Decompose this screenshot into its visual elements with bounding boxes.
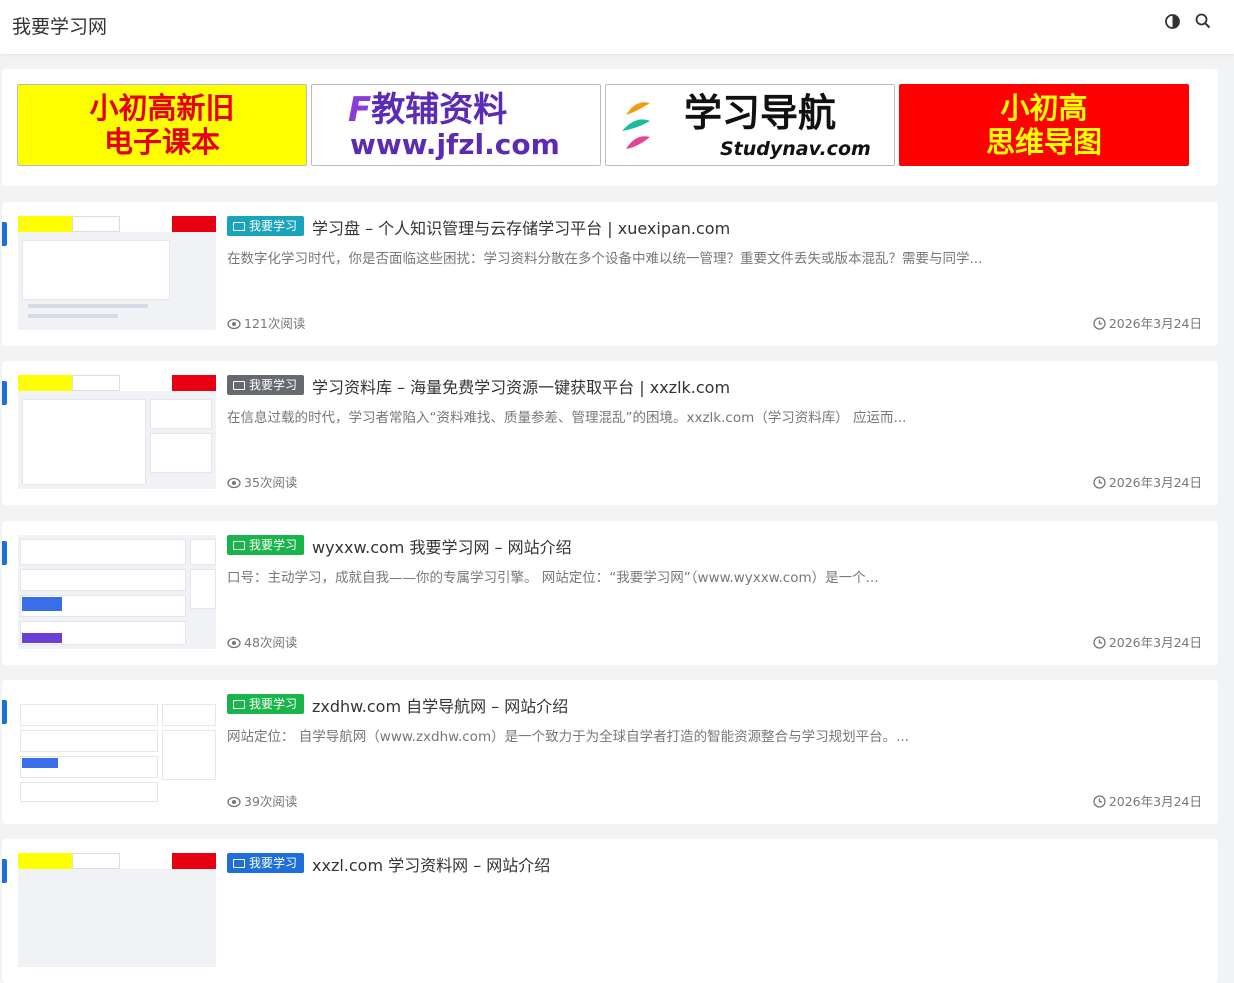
clock-icon (1093, 795, 1106, 808)
banner-jfzl-ad[interactable]: F教辅资料 www.jfzl.com (311, 84, 601, 166)
post-thumbnail[interactable] (18, 375, 216, 489)
post-card: 我要学习 zxdhw.com 自学导航网 – 网站介绍 网站定位： 自学导航网（… (2, 680, 1218, 824)
banner-line: 教辅资料 (371, 90, 508, 130)
category-tag[interactable]: 我要学习 (227, 216, 305, 236)
tag-label: 我要学习 (249, 219, 298, 233)
post-title[interactable]: 学习资料库 – 海量免费学习资源一键获取平台 | xxzlk.com (312, 374, 730, 398)
date-text: 2026年3月24日 (1108, 794, 1202, 809)
folder-icon (233, 541, 245, 550)
views-text: 48次阅读 (244, 635, 298, 650)
banner-line: 电子课本 (103, 125, 220, 159)
post-card: 我要学习 学习盘 – 个人知识管理与云存储学习平台 | xuexipan.com… (2, 202, 1218, 346)
jfzl-logo-icon: F (348, 90, 372, 130)
post-date: 2026年3月24日 (1093, 313, 1202, 332)
tag-label: 我要学习 (249, 697, 298, 711)
views-text: 39次阅读 (244, 794, 298, 809)
post-title[interactable]: xxzl.com 学习资料网 – 网站介绍 (312, 852, 550, 876)
banner-ebook-ad[interactable]: 小初高新旧 电子课本 (17, 84, 307, 166)
category-tag[interactable]: 我要学习 (227, 853, 305, 873)
post-excerpt: 口号：主动学习，成就自我——你的专属学习引擎。 网站定位：“我要学习网”（www… (227, 570, 879, 586)
post-title[interactable]: zxdhw.com 自学导航网 – 网站介绍 (312, 693, 568, 717)
date-text: 2026年3月24日 (1108, 316, 1202, 331)
post-card: 我要学习 wyxxw.com 我要学习网 – 网站介绍 口号：主动学习，成就自我… (2, 521, 1218, 665)
banner-line: 思维导图 (985, 125, 1102, 159)
category-tag[interactable]: 我要学习 (227, 375, 305, 395)
post-title[interactable]: 学习盘 – 个人知识管理与云存储学习平台 | xuexipan.com (312, 215, 730, 239)
post-thumbnail[interactable] (18, 535, 216, 649)
view-count: 121次阅读 (227, 313, 305, 332)
post-excerpt: 在信息过载的时代，学习者常陷入“资料难找、质量参差、管理混乱”的困境。xxzlk… (227, 410, 907, 426)
search-icon[interactable] (1195, 13, 1213, 31)
post-date: 2026年3月24日 (1093, 472, 1202, 491)
card-accent (2, 381, 7, 405)
card-accent (2, 700, 7, 724)
post-excerpt: 网站定位： 自学导航网（www.zxdhw.com）是一个致力于为全球自学者打造… (227, 729, 909, 745)
post-date: 2026年3月24日 (1093, 632, 1202, 651)
banner-line: 小初高新旧 (89, 91, 235, 125)
folder-icon (233, 222, 245, 231)
views-text: 121次阅读 (244, 316, 306, 331)
post-excerpt: 在数字化学习时代，你是否面临这些困扰：学习资料分散在多个设备中难以统一管理？重要… (227, 251, 983, 267)
tag-label: 我要学习 (249, 538, 298, 552)
clock-icon (1093, 476, 1106, 489)
studynav-logo-icon (622, 102, 650, 149)
eye-icon (227, 318, 241, 330)
post-card: 我要学习 xxzl.com 学习资料网 – 网站介绍 (2, 839, 1218, 983)
eye-icon (227, 637, 241, 649)
date-text: 2026年3月24日 (1108, 635, 1202, 650)
banner-mindmap-ad[interactable]: 小初高 思维导图 (899, 84, 1189, 166)
banner-ads: 小初高新旧 电子课本 F教辅资料 www.jfzl.com 学习导航 Study… (2, 69, 1218, 186)
card-accent (2, 859, 7, 883)
eye-icon (227, 796, 241, 808)
post-thumbnail[interactable] (18, 216, 216, 330)
folder-icon (233, 700, 245, 709)
card-accent (2, 541, 7, 565)
view-count: 35次阅读 (227, 472, 297, 491)
post-date: 2026年3月24日 (1093, 791, 1202, 810)
folder-icon (233, 381, 245, 390)
clock-icon (1093, 636, 1106, 649)
date-text: 2026年3月24日 (1108, 475, 1202, 490)
contrast-icon[interactable] (1164, 13, 1182, 31)
views-text: 35次阅读 (244, 475, 298, 490)
category-tag[interactable]: 我要学习 (227, 535, 305, 555)
folder-icon (233, 859, 245, 868)
tag-label: 我要学习 (249, 856, 298, 870)
site-title[interactable]: 我要学习网 (12, 12, 107, 39)
top-bar: 我要学习网 (0, 0, 1234, 54)
view-count: 48次阅读 (227, 632, 297, 651)
post-thumbnail[interactable] (18, 853, 216, 967)
banner-line: Studynav.com (720, 138, 871, 160)
post-card: 我要学习 学习资料库 – 海量免费学习资源一键获取平台 | xxzlk.com … (2, 361, 1218, 505)
banner-line: 学习导航 (684, 91, 837, 135)
banner-studynav-ad[interactable]: 学习导航 Studynav.com (605, 84, 895, 166)
clock-icon (1093, 317, 1106, 330)
card-accent (2, 222, 7, 246)
tag-label: 我要学习 (249, 378, 298, 392)
banner-line: www.jfzl.com (350, 128, 560, 161)
banner-line: 小初高 (1000, 91, 1088, 125)
category-tag[interactable]: 我要学习 (227, 694, 305, 714)
post-thumbnail[interactable] (18, 694, 216, 808)
post-title[interactable]: wyxxw.com 我要学习网 – 网站介绍 (312, 534, 572, 558)
view-count: 39次阅读 (227, 791, 297, 810)
eye-icon (227, 477, 241, 489)
